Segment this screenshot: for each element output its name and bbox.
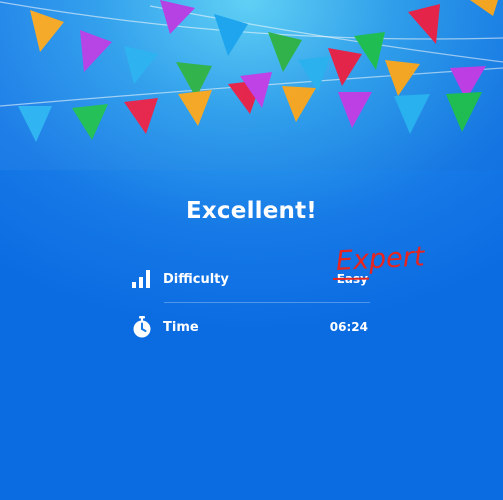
time-label: Time bbox=[163, 320, 199, 335]
result-title: Excellent! bbox=[185, 198, 317, 224]
signal-bars-icon bbox=[132, 270, 150, 288]
party-bunting-decoration bbox=[0, 0, 503, 170]
time-row: Time 06:24 bbox=[130, 313, 370, 343]
annotation-text: Expert bbox=[335, 241, 426, 275]
time-value: 06:24 bbox=[329, 320, 368, 334]
stopwatch-icon bbox=[133, 316, 151, 338]
game-complete-screen: Excellent! Difficulty Easy Time 06:24 Ex… bbox=[0, 0, 503, 500]
strikethrough-mark bbox=[332, 277, 369, 280]
row-divider bbox=[164, 302, 370, 303]
difficulty-label: Difficulty bbox=[163, 272, 229, 287]
handwritten-expert-annotation: Expert bbox=[335, 241, 426, 275]
